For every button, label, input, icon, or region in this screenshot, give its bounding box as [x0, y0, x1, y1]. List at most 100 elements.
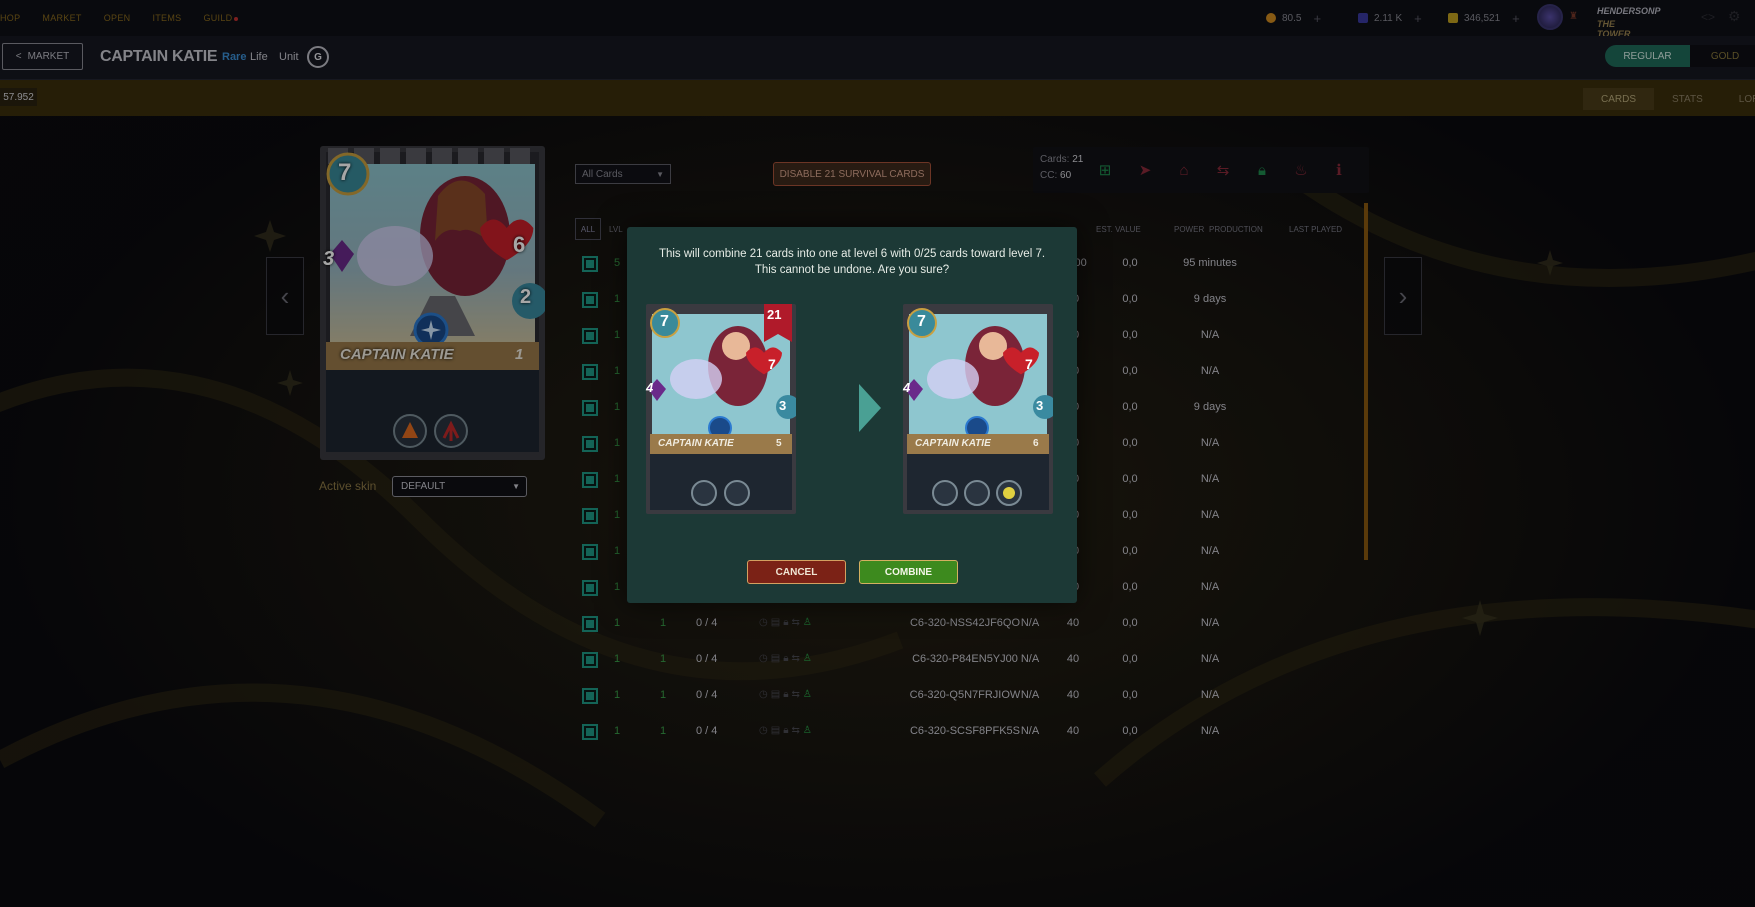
row-checkbox[interactable] — [582, 472, 598, 488]
transfer-icon[interactable]: ⇆ — [792, 725, 803, 736]
gear-icon[interactable]: ⚙ — [1728, 8, 1741, 25]
nav-items[interactable]: ITEMS — [152, 13, 181, 23]
card-header-bar: < MARKET CAPTAIN KATIE Rare Life Unit G … — [0, 36, 1755, 80]
combine-button[interactable]: COMBINE — [859, 560, 958, 584]
row-checkbox[interactable] — [582, 616, 598, 632]
clock-icon[interactable]: ◷ — [759, 689, 771, 700]
row-level: 1 — [614, 437, 621, 449]
row-checkbox[interactable] — [582, 436, 598, 452]
transfer-icon[interactable]: ⇆ — [792, 653, 803, 664]
back-to-market-button[interactable]: < MARKET — [2, 43, 83, 70]
top-nav: HOP MARKET OPEN ITEMS GUILD 80.5 + 2.11 … — [0, 0, 1755, 49]
delegate-icon[interactable]: ♙ — [803, 653, 815, 664]
table-row[interactable]: 110 / 4 ◷▤🔒︎⇆♙ C6-320-P84EN5YJ00 N/A 40 0,0 N/… — [575, 644, 1355, 676]
row-power: 40 — [1066, 725, 1080, 737]
row-checkbox[interactable] — [582, 724, 598, 740]
clock-icon[interactable]: ◷ — [759, 617, 771, 628]
market-stall-icon[interactable]: ▤ — [771, 725, 783, 736]
row-production: 0,0 — [1122, 473, 1138, 485]
row-last-played: N/A — [1200, 473, 1220, 485]
tab-stats[interactable]: STATS — [1654, 88, 1721, 110]
row-production: 0,0 — [1122, 689, 1138, 701]
delegate-icon[interactable]: ♙ — [803, 689, 815, 700]
market-stall-icon[interactable]: ⌂ — [1174, 160, 1194, 180]
nav-shop[interactable]: HOP — [0, 13, 20, 23]
row-last-played: N/A — [1200, 437, 1220, 449]
row-production: 0,0 — [1122, 329, 1138, 341]
disable-survival-button[interactable]: DISABLE 21 SURVIVAL CARDS — [773, 162, 931, 186]
avatar[interactable] — [1537, 4, 1563, 30]
chevron-left-icon: < — [15, 51, 22, 62]
nav-market[interactable]: MARKET — [42, 13, 81, 23]
row-bcx: 1 — [660, 617, 667, 629]
table-row[interactable]: 110 / 4 ◷▤🔒︎⇆♙ C6-320-NSS42JF6QO N/A 40 0,0 N/… — [575, 608, 1355, 640]
row-last-played: N/A — [1200, 545, 1220, 557]
add-dec-button[interactable]: + — [1313, 11, 1321, 26]
transfer-icon[interactable]: ⇆ — [792, 689, 803, 700]
tab-cards[interactable]: CARDS — [1583, 88, 1655, 110]
prev-card-button[interactable]: ‹ — [266, 257, 304, 335]
add-sps-button[interactable]: + — [1414, 11, 1422, 26]
lock-icon[interactable]: 🔒︎ — [783, 725, 791, 736]
clock-icon[interactable]: ◷ — [759, 725, 771, 736]
clock-icon[interactable]: ◷ — [759, 653, 771, 664]
next-card-button[interactable]: › — [1384, 257, 1422, 335]
chevron-down-icon: ▼ — [656, 169, 664, 179]
row-level: 1 — [614, 509, 621, 521]
row-checkbox[interactable] — [582, 580, 598, 596]
row-checkbox[interactable] — [582, 364, 598, 380]
combine-icon[interactable]: ⊞ — [1095, 160, 1115, 180]
select-all-button[interactable]: ALL — [575, 218, 601, 240]
expand-icon[interactable]: <> — [1701, 10, 1715, 24]
skin-select[interactable]: DEFAULT ▼ — [392, 476, 527, 497]
card-summary-panel: Cards: 21 CC: 60 ⊞ ➤ ⌂ ⇆ 🔒︎ ♨ ℹ — [1033, 147, 1369, 193]
lock-icon[interactable]: 🔒︎ — [783, 617, 791, 628]
transfer-icon[interactable]: ⇆ — [792, 617, 803, 628]
transfer-icon[interactable]: ⇆ — [1213, 160, 1233, 180]
info-icon[interactable]: ℹ — [1329, 160, 1349, 180]
row-bcx: 1 — [660, 653, 667, 665]
currency-credits: 346,521 + — [1448, 8, 1520, 28]
market-stall-icon[interactable]: ▤ — [771, 653, 783, 664]
market-stall-icon[interactable]: ▤ — [771, 617, 783, 628]
table-row[interactable]: 110 / 4 ◷▤🔒︎⇆♙ C6-320-Q5N7FRJIOW N/A 40 0,0 N/… — [575, 680, 1355, 712]
header-last-played[interactable]: LAST PLAYED — [1289, 225, 1342, 234]
lock-icon[interactable]: 🔒︎ — [783, 653, 791, 664]
card-preview: 7 6 3 2 CAPTAIN KATIE 1 — [320, 146, 548, 460]
row-checkbox[interactable] — [582, 508, 598, 524]
burn-icon[interactable]: ♨ — [1291, 160, 1311, 180]
header-lvl[interactable]: LVL — [609, 225, 623, 234]
toggle-gold[interactable]: GOLD — [1690, 45, 1755, 67]
lock-icon[interactable]: 🔒︎ — [1252, 160, 1272, 180]
nav-guild[interactable]: GUILD — [203, 13, 239, 23]
send-icon[interactable]: ➤ — [1135, 160, 1155, 180]
header-est-value[interactable]: EST. VALUE — [1096, 225, 1141, 234]
row-checkbox[interactable] — [582, 256, 598, 272]
row-checkbox[interactable] — [582, 688, 598, 704]
row-level: 1 — [614, 581, 621, 593]
tab-lore[interactable]: LOR — [1721, 88, 1755, 110]
row-power: 40 — [1066, 689, 1080, 701]
row-checkbox[interactable] — [582, 652, 598, 668]
user-profile[interactable]: ♜ HENDERSONP THE TOWER MAGE — [1537, 4, 1661, 49]
card-count-badge: 21 — [767, 307, 782, 322]
row-checkbox[interactable] — [582, 328, 598, 344]
market-stall-icon[interactable]: ▤ — [771, 689, 783, 700]
header-power[interactable]: POWER — [1174, 225, 1204, 234]
nav-open[interactable]: OPEN — [104, 13, 131, 23]
header-production[interactable]: PRODUCTION — [1209, 225, 1263, 234]
row-checkbox[interactable] — [582, 400, 598, 416]
row-checkbox[interactable] — [582, 292, 598, 308]
add-credits-button[interactable]: + — [1512, 11, 1520, 26]
card-filter-select[interactable]: All Cards ▼ — [575, 164, 671, 184]
lock-icon[interactable]: 🔒︎ — [783, 689, 791, 700]
card-name: CAPTAIN KATIE — [340, 346, 454, 363]
row-production: 0,0 — [1122, 653, 1138, 665]
table-scrollbar[interactable] — [1364, 203, 1368, 560]
cancel-button[interactable]: CANCEL — [747, 560, 846, 584]
table-row[interactable]: 110 / 4 ◷▤🔒︎⇆♙ C6-320-SCSF8PFK5S N/A 40 0,0 N/… — [575, 716, 1355, 748]
row-checkbox[interactable] — [582, 544, 598, 560]
delegate-icon[interactable]: ♙ — [803, 617, 815, 628]
delegate-icon[interactable]: ♙ — [803, 725, 815, 736]
toggle-regular[interactable]: REGULAR — [1605, 45, 1690, 67]
